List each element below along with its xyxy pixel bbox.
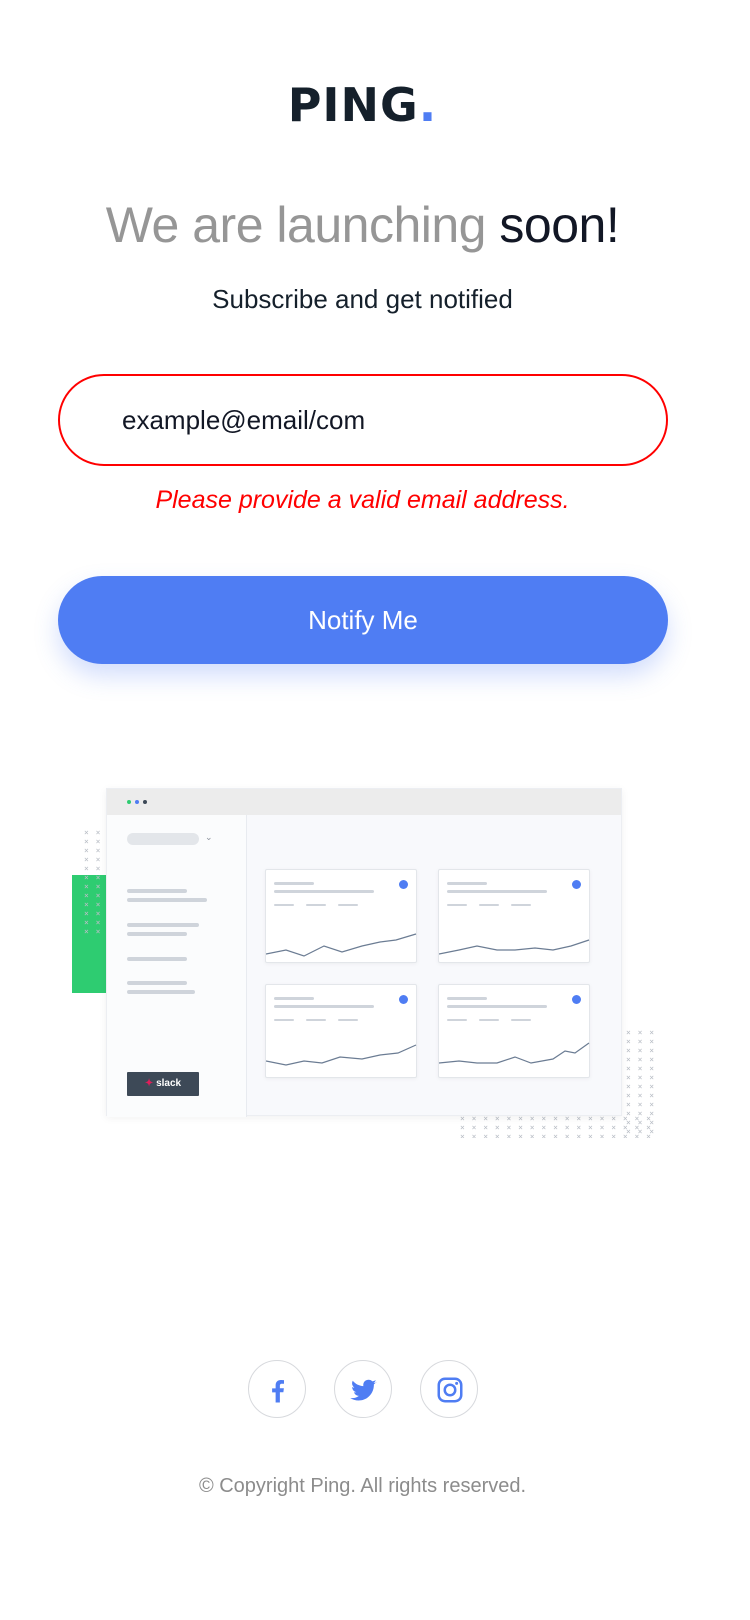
- slack-badge: ✦ slack: [127, 1072, 199, 1096]
- title-dark: soon!: [499, 197, 620, 253]
- facebook-icon: [271, 1380, 284, 1403]
- error-message: Please provide a valid email address.: [155, 486, 570, 514]
- sidebar-line: [127, 898, 207, 902]
- slack-icon: ✦: [144, 1078, 154, 1089]
- card-line: [306, 1019, 326, 1021]
- window-dot: [127, 800, 131, 804]
- chevron-down-icon: ⌄: [205, 832, 213, 842]
- check-icon: [399, 995, 408, 1004]
- card-line: [511, 904, 531, 906]
- card-line: [447, 890, 547, 893]
- facebook-link[interactable]: [247, 1360, 306, 1418]
- window-sidebar: ⌄ ✦ slack: [107, 815, 247, 1117]
- chart-card: [438, 869, 590, 963]
- copyright: © Copyright Ping. All rights reserved.: [198, 1475, 527, 1497]
- sparkline: [266, 1044, 417, 1066]
- window-dot: [135, 800, 139, 804]
- page-title: We are launching soon!: [0, 196, 725, 254]
- card-line: [479, 904, 499, 906]
- card-line: [479, 1019, 499, 1021]
- sidebar-line: [127, 889, 187, 893]
- card-line: [447, 904, 467, 906]
- subtitle: Subscribe and get notified: [212, 284, 513, 314]
- sidebar-line: [127, 923, 199, 927]
- card-line: [447, 997, 487, 1000]
- chart-card: [265, 984, 417, 1078]
- card-line: [511, 1019, 531, 1021]
- sidebar-line: [127, 957, 187, 961]
- check-icon: [572, 880, 581, 889]
- logo: PING.: [0, 78, 725, 132]
- sidebar-line: [127, 990, 195, 994]
- notify-me-button[interactable]: Notify Me: [58, 576, 668, 664]
- card-line: [274, 1005, 374, 1008]
- card-line: [338, 1019, 358, 1021]
- card-line: [274, 904, 294, 906]
- x-pattern-left: × × × × × × × × × × × × × × × × × × × × …: [84, 828, 108, 936]
- card-line: [447, 882, 487, 885]
- sparkline: [439, 1042, 590, 1064]
- check-icon: [399, 880, 408, 889]
- window-dot: [143, 800, 147, 804]
- x-pattern-bottom: × × × × × × × × × × × × × × × × × × × × …: [460, 1114, 652, 1138]
- card-line: [447, 1019, 467, 1021]
- card-line: [306, 904, 326, 906]
- sidebar-selector: [127, 833, 199, 845]
- title-light: We are launching: [105, 197, 487, 253]
- card-line: [338, 904, 358, 906]
- sidebar-line: [127, 981, 187, 985]
- slack-label: slack: [156, 1078, 182, 1089]
- twitter-icon: [349, 1379, 376, 1401]
- dashboard-illustration: × × × × × × × × × × × × × × × × × × × × …: [72, 786, 656, 1138]
- twitter-link[interactable]: [333, 1360, 392, 1418]
- instagram-link[interactable]: [419, 1360, 478, 1418]
- social-links: [0, 1360, 725, 1418]
- check-icon: [572, 995, 581, 1004]
- card-line: [447, 1005, 547, 1008]
- logo-dot: .: [418, 78, 438, 132]
- card-line: [274, 890, 374, 893]
- sidebar-line: [127, 932, 187, 936]
- instagram-icon: [437, 1377, 462, 1403]
- chart-card: [438, 984, 590, 1078]
- card-line: [274, 997, 314, 1000]
- card-line: [274, 1019, 294, 1021]
- email-field[interactable]: [58, 374, 668, 466]
- sparkline: [439, 939, 590, 955]
- app-window: ⌄ ✦ slack: [106, 788, 622, 1117]
- window-titlebar: [107, 789, 621, 815]
- card-line: [274, 882, 314, 885]
- sparkline: [266, 933, 417, 957]
- logo-text: PING: [287, 78, 419, 132]
- chart-card: [265, 869, 417, 963]
